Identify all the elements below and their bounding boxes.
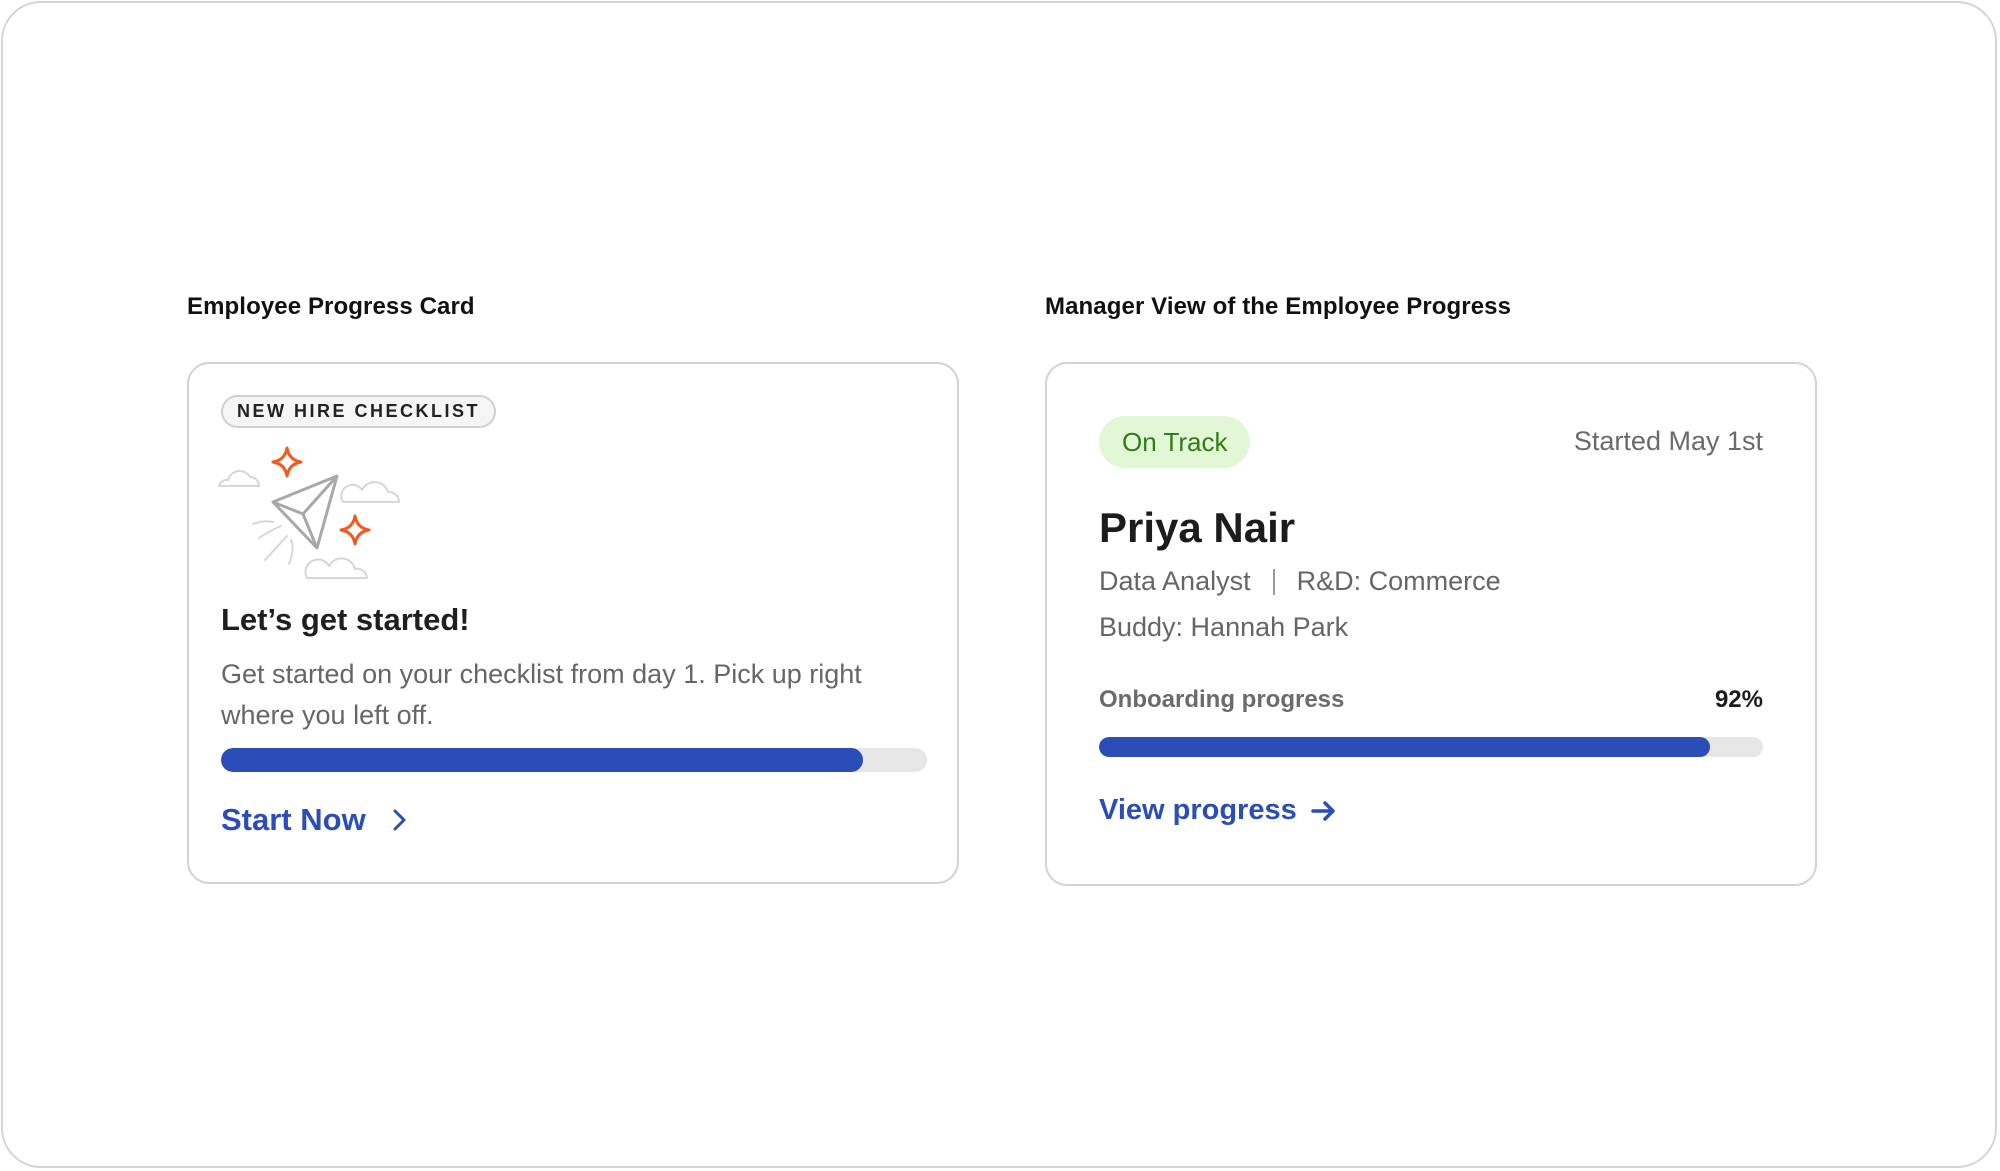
new-hire-checklist-chip: NEW HIRE CHECKLIST [221,395,496,428]
welcome-heading: Let’s get started! [221,602,470,637]
meta-divider [1272,568,1275,595]
start-now-label: Start Now [221,802,366,837]
checklist-progress-bar [221,748,927,772]
manager-section-title: Manager View of the Employee Progress [1045,293,1512,320]
employee-buddy: Buddy: Hannah Park [1099,612,1349,642]
view-progress-link[interactable]: View progress [1099,794,1337,827]
employee-name: Priya Nair [1099,504,1296,551]
status-badge: On Track [1099,416,1251,468]
arrow-right-icon [1310,800,1335,821]
employee-department: R&D: Commerce [1296,566,1501,596]
manager-progress-card: On Track Started May 1st Priya Nair Data… [1045,362,1817,886]
start-date: Started May 1st [1573,426,1763,456]
paper-plane-icon [218,446,401,579]
welcome-description: Get started on your checklist from day 1… [221,659,862,730]
onboarding-progress-percent: 92% [1714,686,1763,713]
employee-role: Data Analyst [1099,566,1251,596]
canvas-frame: Employee Progress Card NEW HIRE CHECKLIS… [1,1,1997,1168]
employee-meta: Data Analyst R&D: Commerce [1099,566,1501,597]
onboarding-progress-label: Onboarding progress [1099,686,1345,713]
employee-section-title: Employee Progress Card [187,293,475,320]
employee-progress-card: NEW HIRE CHECKLIST Let’s get started! Ge… [187,362,959,884]
view-progress-label: View progress [1099,794,1297,826]
start-now-button[interactable]: Start Now [221,802,410,838]
chevron-right-icon [393,809,406,831]
onboarding-progress-bar [1099,737,1763,757]
checklist-progress-fill [221,748,864,772]
onboarding-progress-fill [1099,737,1710,757]
